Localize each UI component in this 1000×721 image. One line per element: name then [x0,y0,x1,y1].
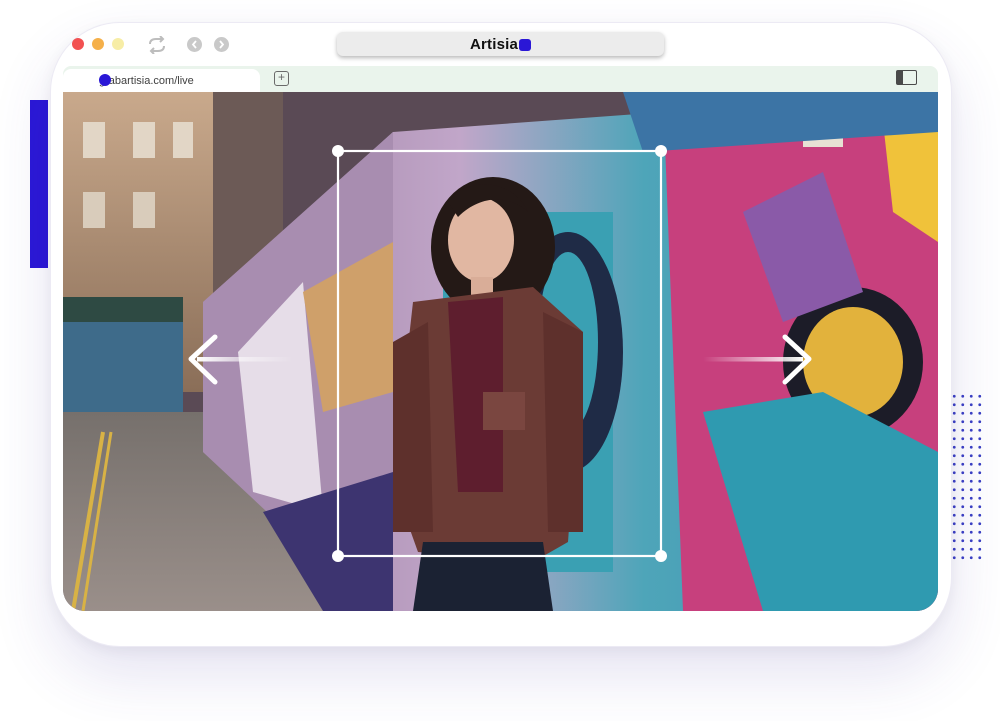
photo-scene [63,92,938,611]
tab-active[interactable]: grabartisia.com/live [63,69,260,92]
tab-url: grabartisia.com/live [99,74,194,87]
accent-bar [30,100,48,268]
crop-handle-bottom-left [332,550,344,562]
crop-handle-bottom-right [655,550,667,562]
brand-title: Artisia [469,35,519,53]
photo-canvas[interactable] [63,92,938,611]
minimize-dot[interactable] [92,38,104,50]
crop-handle-top-right [655,145,667,157]
new-tab-icon[interactable]: + [274,71,289,86]
arrow-left-tail [197,357,293,362]
stage: Artisia grabartisia.com/live + [0,0,1000,721]
close-dot[interactable] [72,38,84,50]
dot-pattern [950,392,984,564]
maximize-dot[interactable] [112,38,124,50]
sidebar-toggle-icon[interactable] [896,70,917,85]
address-title-bar[interactable]: Artisia [337,32,664,56]
arrow-right-tail [703,357,803,362]
brand-logo-icon [519,39,532,51]
crop-handle-top-left [332,145,344,157]
window-controls [72,38,124,50]
favicon-icon [99,74,111,86]
chevron-right-icon[interactable] [214,37,229,52]
refresh-icon[interactable] [147,36,167,54]
chevron-left-icon[interactable] [187,37,202,52]
